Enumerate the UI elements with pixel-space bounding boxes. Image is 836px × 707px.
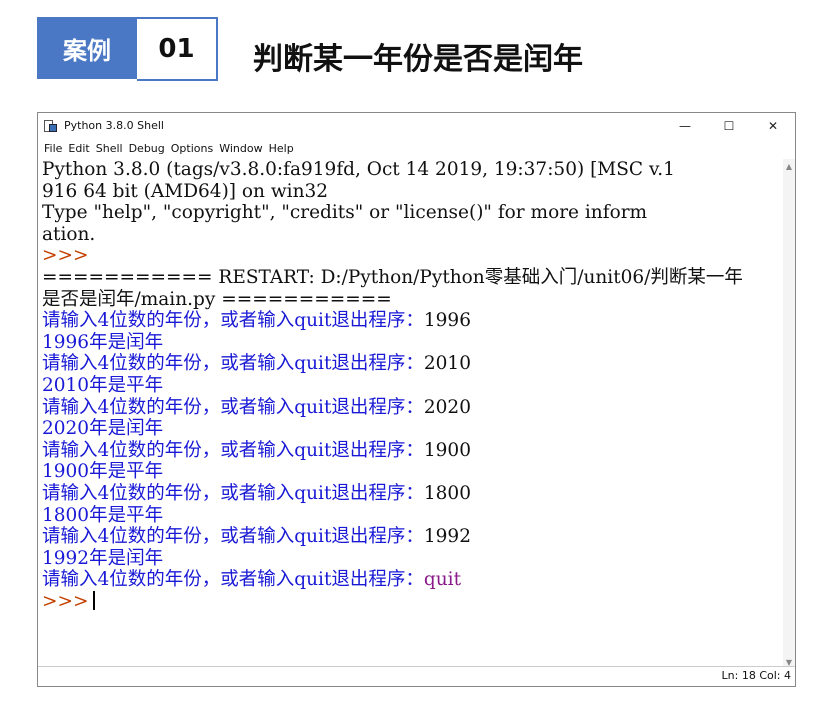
window-title: Python 3.8.0 Shell (64, 119, 164, 132)
window-controls: — ☐ ✕ (663, 113, 795, 138)
scroll-up-icon[interactable]: ▲ (783, 159, 795, 173)
banner-line: ation. (42, 223, 96, 245)
user-input: 1996 (423, 310, 471, 332)
input-prompt: 请输入4位数的年份，或者输入quit退出程序： (42, 439, 424, 461)
menu-debug[interactable]: Debug (126, 142, 168, 155)
menu-options[interactable]: Options (168, 142, 216, 155)
minimize-icon[interactable]: — (663, 113, 707, 138)
user-input-quit: quit (423, 569, 461, 591)
input-line: 请输入4位数的年份，或者输入quit退出程序：1992 (42, 526, 785, 548)
input-prompt: 请输入4位数的年份，或者输入quit退出程序： (42, 526, 424, 548)
menu-help[interactable]: Help (266, 142, 297, 155)
shell-text-area[interactable]: Python 3.8.0 (tags/v3.8.0:fa919fd, Oct 1… (38, 159, 785, 669)
banner-line: Type "help", "copyright", "credits" or "… (42, 202, 648, 224)
menubar: File Edit Shell Debug Options Window Hel… (38, 138, 795, 158)
input-prompt: 请输入4位数的年份，或者输入quit退出程序： (42, 310, 424, 332)
input-line: 请输入4位数的年份，或者输入quit退出程序：quit (42, 569, 785, 591)
menu-window[interactable]: Window (216, 142, 265, 155)
input-prompt: 请输入4位数的年份，或者输入quit退出程序： (42, 353, 424, 375)
case-tag: 案例 (37, 17, 137, 79)
input-prompt: 请输入4位数的年份，或者输入quit退出程序： (42, 396, 424, 418)
restart-line: 是否是闰年/main.py =========== (42, 288, 392, 310)
menu-file[interactable]: File (41, 142, 65, 155)
cursor-position: Ln: 18 Col: 4 (721, 669, 791, 682)
input-line: 请输入4位数的年份，或者输入quit退出程序：1996 (42, 310, 785, 332)
user-input: 1992 (423, 526, 471, 548)
idle-shell-window: Python 3.8.0 Shell — ☐ ✕ File Edit Shell… (37, 112, 796, 687)
user-input: 2020 (423, 396, 471, 418)
output-line: 1992年是闰年 (42, 547, 164, 569)
output-line: 1800年是平年 (42, 504, 164, 526)
input-prompt: 请输入4位数的年份，或者输入quit退出程序： (42, 482, 424, 504)
active-prompt-line[interactable]: >>> (42, 590, 785, 613)
input-line: 请输入4位数的年份，或者输入quit退出程序：1900 (42, 440, 785, 462)
input-line: 请输入4位数的年份，或者输入quit退出程序：2010 (42, 353, 785, 375)
close-icon[interactable]: ✕ (751, 113, 795, 138)
output-line: 2020年是闰年 (42, 418, 164, 440)
status-bar: Ln: 18 Col: 4 (38, 666, 795, 686)
vertical-scrollbar[interactable]: ▲ ▼ (783, 159, 795, 669)
shell-prompt: >>> (42, 245, 89, 267)
output-line: 1900年是平年 (42, 461, 164, 483)
case-number: 01 (137, 17, 218, 81)
shell-prompt: >>> (42, 590, 89, 612)
input-prompt: 请输入4位数的年份，或者输入quit退出程序： (42, 569, 424, 591)
input-line: 请输入4位数的年份，或者输入quit退出程序：2020 (42, 397, 785, 419)
user-input: 1900 (423, 439, 471, 461)
input-line: 请输入4位数的年份，或者输入quit退出程序：1800 (42, 483, 785, 505)
maximize-icon[interactable]: ☐ (707, 113, 751, 138)
banner-line: 916 64 bit (AMD64)] on win32 (42, 180, 329, 202)
text-cursor (92, 590, 95, 610)
user-input: 1800 (423, 482, 471, 504)
page-title: 判断某一年份是否是闰年 (253, 42, 583, 77)
user-input: 2010 (423, 353, 471, 375)
output-line: 1996年是闰年 (42, 331, 164, 353)
menu-shell[interactable]: Shell (93, 142, 126, 155)
python-app-icon (44, 119, 58, 133)
window-titlebar[interactable]: Python 3.8.0 Shell — ☐ ✕ (38, 113, 795, 138)
output-line: 2010年是平年 (42, 374, 164, 396)
banner-line: Python 3.8.0 (tags/v3.8.0:fa919fd, Oct 1… (42, 159, 675, 180)
restart-line: =========== RESTART: D:/Python/Python零基础… (42, 266, 743, 288)
menu-edit[interactable]: Edit (65, 142, 92, 155)
